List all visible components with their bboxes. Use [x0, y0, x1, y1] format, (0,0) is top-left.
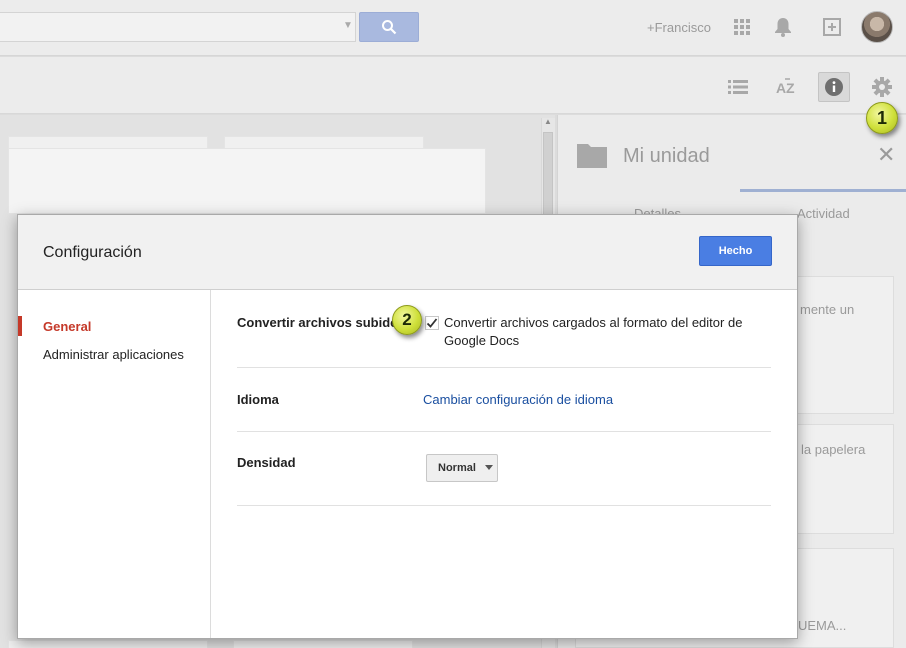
search-button[interactable]: [359, 12, 419, 42]
avatar[interactable]: [861, 11, 893, 43]
nav-item-general[interactable]: General: [43, 319, 91, 334]
settings-nav: General Administrar aplicaciones: [18, 290, 211, 638]
sort-az-icon: A Z: [776, 78, 795, 96]
share-plus-icon: [823, 18, 841, 36]
divider: [237, 431, 771, 432]
tab-activity[interactable]: Actividad: [797, 206, 850, 221]
search-icon: [382, 20, 397, 35]
density-label: Densidad: [237, 455, 296, 470]
share-plus-button[interactable]: [821, 16, 843, 38]
sort-button[interactable]: A Z: [770, 72, 802, 102]
dialog-title: Configuración: [43, 244, 142, 261]
folder-icon: [577, 144, 607, 168]
notifications-button[interactable]: [772, 16, 794, 38]
scroll-up-arrow-icon[interactable]: ▲: [544, 117, 552, 126]
list-view-icon: [728, 80, 748, 94]
active-tab-indicator: [740, 189, 906, 192]
info-icon: [825, 78, 843, 96]
language-label: Idioma: [237, 392, 279, 407]
search-input[interactable]: [0, 12, 356, 42]
info-button[interactable]: [818, 72, 850, 102]
convert-label: Convertir archivos subidos: [237, 315, 406, 330]
divider: [237, 505, 771, 506]
chevron-down-icon: [485, 465, 493, 470]
list-view-button[interactable]: [722, 72, 754, 102]
annotation-badge: 2: [392, 305, 422, 335]
done-button[interactable]: Hecho: [699, 236, 772, 266]
nav-item-manage-apps[interactable]: Administrar aplicaciones: [43, 347, 184, 362]
active-nav-indicator: [18, 316, 22, 336]
convert-checkbox[interactable]: [425, 316, 439, 330]
user-profile-link[interactable]: +Francisco: [647, 20, 711, 35]
panel-title: Mi unidad: [623, 145, 710, 167]
file-card-placeholder: [8, 148, 486, 214]
activity-snippet: la papelera: [801, 442, 866, 457]
settings-main: Convertir archivos subidos Convertir arc…: [212, 290, 797, 638]
settings-dialog: Configuración Hecho General Administrar …: [17, 214, 798, 639]
file-card-placeholder: [233, 640, 413, 648]
divider: [237, 367, 771, 368]
settings-button[interactable]: [866, 72, 898, 102]
apps-grid-icon: [734, 19, 750, 35]
change-language-link[interactable]: Cambiar configuración de idioma: [423, 392, 613, 407]
svg-text:A: A: [776, 80, 786, 96]
apps-grid-button[interactable]: [731, 16, 753, 38]
gear-icon: [872, 77, 892, 97]
convert-description: Convertir archivos cargados al formato d…: [444, 315, 743, 348]
density-selected-value: Normal: [438, 462, 476, 474]
checkmark-icon: [426, 318, 438, 328]
activity-snippet: mente un: [800, 302, 855, 317]
file-card-placeholder: [8, 640, 208, 648]
close-icon[interactable]: ✕: [877, 142, 895, 168]
dialog-header: Configuración Hecho: [18, 215, 797, 290]
search-options-caret-icon[interactable]: ▼: [343, 20, 353, 31]
activity-snippet: UEMA...: [798, 618, 847, 633]
annotation-badge: 1: [866, 102, 898, 134]
density-select[interactable]: Normal: [426, 454, 498, 482]
svg-text:Z: Z: [786, 80, 795, 96]
notifications-bell-icon: [775, 18, 791, 37]
